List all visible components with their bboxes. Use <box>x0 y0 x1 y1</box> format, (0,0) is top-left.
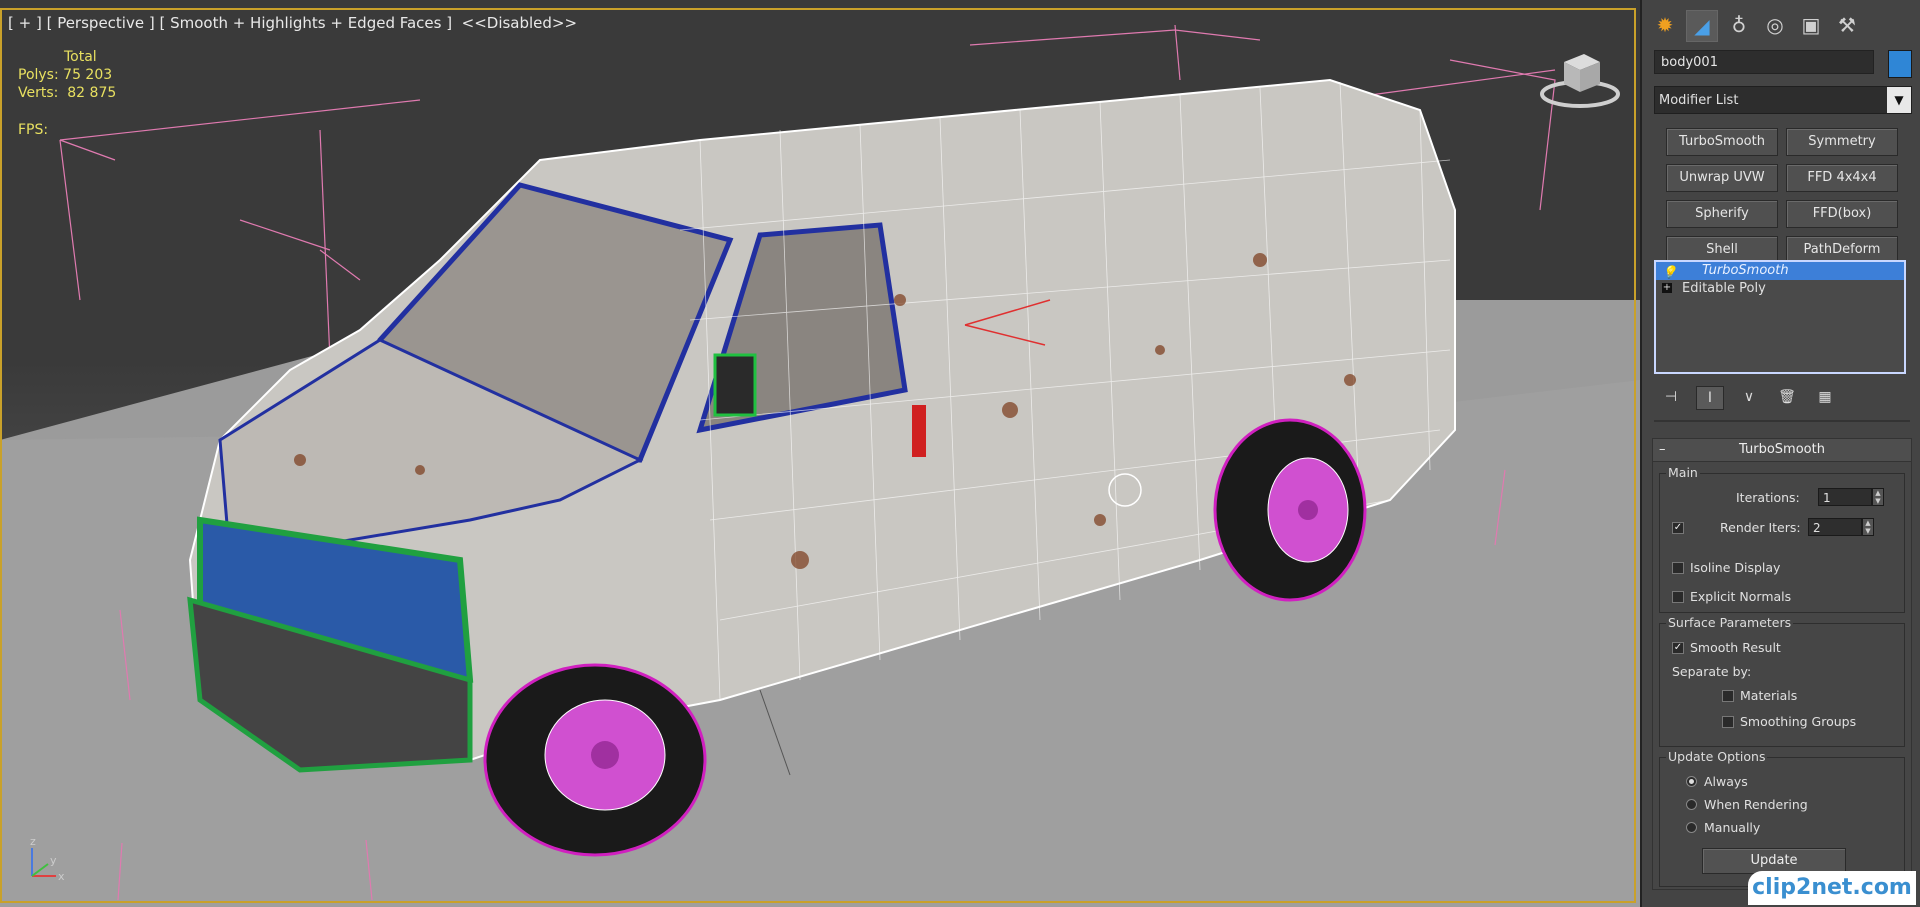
object-color-swatch[interactable] <box>1888 50 1912 78</box>
isoline-display-checkbox[interactable] <box>1672 562 1684 574</box>
stack-item-turbosmooth[interactable]: 💡 TurboSmooth <box>1656 262 1904 280</box>
command-panel: ✹ ◢ ♁ ◎ ▣ ⚒ Modifier List ▼ TurboSmooth … <box>1640 0 1920 907</box>
turbosmooth-button[interactable]: TurboSmooth <box>1666 128 1778 156</box>
unwrap-uvw-button[interactable]: Unwrap UVW <box>1666 164 1778 192</box>
axis-tripod-icon: z x y <box>30 836 65 883</box>
watermark-logo: clip2net.com <box>1748 871 1916 905</box>
ffd-4x4x4-button[interactable]: FFD 4x4x4 <box>1786 164 1898 192</box>
polys-value: 75 203 <box>63 67 113 83</box>
modifier-list-dropdown[interactable]: Modifier List ▼ <box>1654 86 1912 114</box>
scene-render[interactable] <box>0 0 1640 907</box>
iterations-spinner-arrows[interactable]: ▲ ▼ <box>1872 488 1884 506</box>
axis-x-label: x <box>58 870 65 883</box>
render-iters-spinner[interactable]: 2 <box>1808 518 1862 536</box>
lightbulb-icon[interactable]: 💡 <box>1662 263 1677 281</box>
smooth-result-label: Smooth Result <box>1690 640 1781 655</box>
main-group-title: Main <box>1666 465 1700 480</box>
collapse-icon[interactable]: – <box>1659 439 1666 461</box>
modifier-button-grid: TurboSmooth Symmetry Unwrap UVW FFD 4x4x… <box>1666 128 1898 264</box>
fps-label: FPS: <box>18 122 49 138</box>
stats-total-label: Total <box>64 49 97 65</box>
render-iters-label: Render Iters: <box>1720 520 1801 535</box>
modifier-stack: 💡 TurboSmooth + Editable Poly <box>1654 260 1906 374</box>
axis-z-label: z <box>30 836 36 848</box>
smooth-result-checkbox[interactable]: ✓ <box>1672 642 1684 654</box>
always-radio[interactable] <box>1686 776 1697 787</box>
polys-label: Polys: <box>18 67 59 83</box>
update-options-title: Update Options <box>1666 749 1768 764</box>
remove-modifier-icon[interactable]: 🗑 <box>1774 386 1800 408</box>
stack-toolbar: ⊣ I ∨ 🗑 ▦ <box>1658 386 1838 410</box>
show-end-result-icon[interactable]: I <box>1696 386 1724 410</box>
modifier-list-label: Modifier List <box>1659 92 1739 108</box>
manually-label: Manually <box>1704 820 1761 835</box>
isoline-display-label: Isoline Display <box>1690 560 1781 575</box>
object-name-field[interactable] <box>1654 50 1874 74</box>
smoothing-groups-checkbox[interactable] <box>1722 716 1734 728</box>
materials-label: Materials <box>1740 688 1798 703</box>
surface-parameters-group: Surface Parameters ✓ Smooth Result Separ… <box>1659 615 1905 747</box>
symmetry-button[interactable]: Symmetry <box>1786 128 1898 156</box>
expand-icon[interactable]: + <box>1662 283 1672 293</box>
separate-by-label: Separate by: <box>1672 664 1752 679</box>
rollout-header[interactable]: – TurboSmooth <box>1653 439 1911 462</box>
configure-sets-icon[interactable]: ▦ <box>1812 386 1838 408</box>
stack-item-editable-poly[interactable]: + Editable Poly <box>1656 280 1904 298</box>
utilities-tab-icon[interactable]: ⚒ <box>1832 10 1862 40</box>
front-wheel <box>483 663 707 857</box>
spherify-button[interactable]: Spherify <box>1666 200 1778 228</box>
main-group: Main Iterations: 1 ▲ ▼ ✓ Render Iters: 2 … <box>1659 465 1905 613</box>
manually-radio[interactable] <box>1686 822 1697 833</box>
command-panel-tabs: ✹ ◢ ♁ ◎ ▣ ⚒ <box>1650 10 1862 42</box>
create-tab-icon[interactable]: ✹ <box>1650 10 1680 40</box>
smoothing-groups-label: Smoothing Groups <box>1740 714 1857 729</box>
divider <box>1654 420 1910 422</box>
hierarchy-tab-icon[interactable]: ♁ <box>1724 10 1754 40</box>
chevron-down-icon[interactable]: ▼ <box>1887 87 1911 113</box>
stack-item-label: TurboSmooth <box>1702 263 1789 278</box>
rollout-title: TurboSmooth <box>1739 442 1825 457</box>
modify-tab-icon[interactable]: ◢ <box>1686 10 1718 42</box>
viewcube-icon[interactable] <box>1540 50 1620 110</box>
render-iters-checkbox[interactable]: ✓ <box>1672 522 1684 534</box>
turbosmooth-rollout: – TurboSmooth Main Iterations: 1 ▲ ▼ ✓ Re… <box>1652 438 1912 890</box>
surface-parameters-title: Surface Parameters <box>1666 615 1794 630</box>
make-unique-icon[interactable]: ∨ <box>1736 386 1762 408</box>
viewport-label-menu[interactable]: [ + ] [ Perspective ] [ Smooth + Highlig… <box>8 14 577 32</box>
motion-tab-icon[interactable]: ◎ <box>1760 10 1790 40</box>
always-label: Always <box>1704 774 1748 789</box>
verts-value: 82 875 <box>67 85 117 101</box>
stack-item-label: Editable Poly <box>1682 281 1766 296</box>
render-iters-spinner-arrows[interactable]: ▲ ▼ <box>1862 518 1874 536</box>
axis-y-label: y <box>50 854 57 867</box>
when-rendering-label: When Rendering <box>1704 797 1808 812</box>
rear-wheel <box>1213 418 1367 602</box>
explicit-normals-label: Explicit Normals <box>1690 589 1792 604</box>
display-tab-icon[interactable]: ▣ <box>1796 10 1826 40</box>
verts-label: Verts: <box>18 85 59 101</box>
statistics-overlay: Total Polys: 75 203 Verts: 82 875 <box>18 48 116 102</box>
pin-stack-icon[interactable]: ⊣ <box>1658 386 1684 408</box>
materials-checkbox[interactable] <box>1722 690 1734 702</box>
update-options-group: Update Options Always When Rendering Man… <box>1659 749 1905 887</box>
iterations-spinner[interactable]: 1 <box>1818 488 1872 506</box>
iterations-label: Iterations: <box>1736 490 1800 505</box>
when-rendering-radio[interactable] <box>1686 799 1697 810</box>
perspective-viewport[interactable]: [ + ] [ Perspective ] [ Smooth + Highlig… <box>0 0 1640 907</box>
ffd-box-button[interactable]: FFD(box) <box>1786 200 1898 228</box>
explicit-normals-checkbox[interactable] <box>1672 591 1684 603</box>
